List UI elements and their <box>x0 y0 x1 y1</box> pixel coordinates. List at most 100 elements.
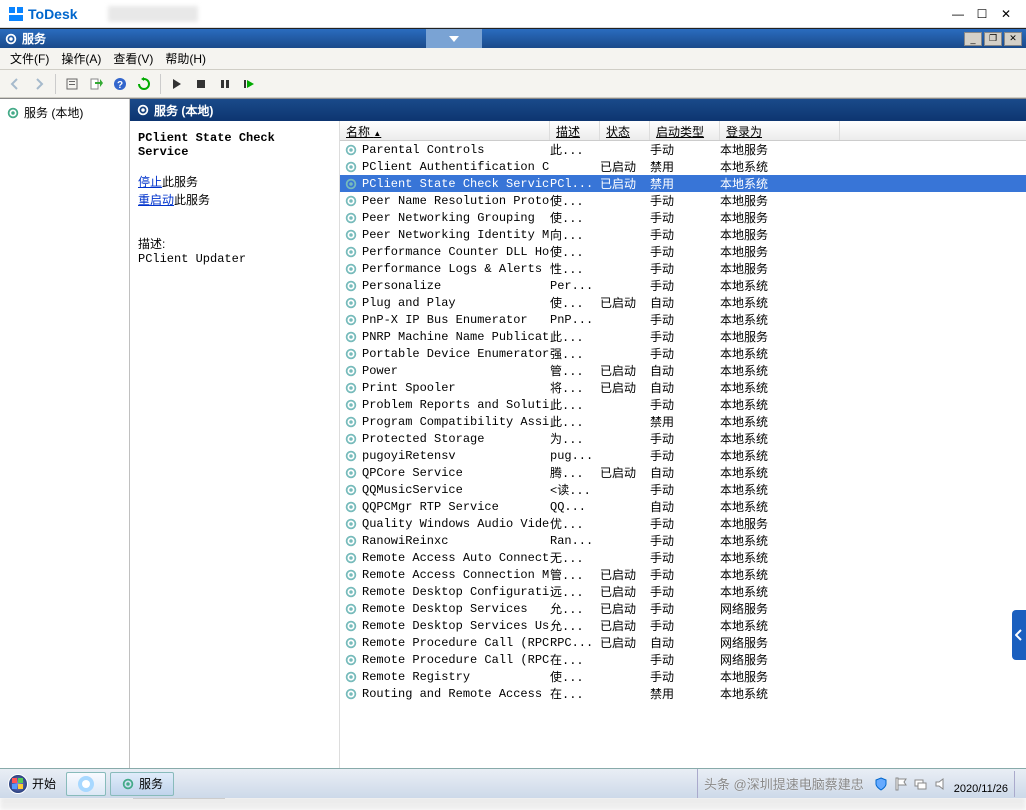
service-row[interactable]: Program Compatibility Assist...此...禁用本地系… <box>340 413 1026 430</box>
stop-button[interactable] <box>190 73 212 95</box>
mdi-close-button[interactable]: ✕ <box>1004 32 1022 46</box>
mdi-window-controls: _ ❐ ✕ <box>962 32 1022 46</box>
service-row[interactable]: Peer Networking Identity Man...向...手动本地服… <box>340 226 1026 243</box>
stop-link[interactable]: 停止 <box>138 175 162 189</box>
mdi-minimize-button[interactable]: _ <box>964 32 982 46</box>
properties-button[interactable] <box>61 73 83 95</box>
main-area: 服务 (本地) 服务 (本地) PClient State Check Serv… <box>0 98 1026 776</box>
service-row[interactable]: Quality Windows Audio Video ...优...手动本地服… <box>340 515 1026 532</box>
menu-action[interactable]: 操作(A) <box>55 48 107 69</box>
task-item-services[interactable]: 服务 <box>110 772 174 796</box>
windows-orb-icon <box>8 774 28 794</box>
selected-service-name: PClient State Check Service <box>138 131 331 159</box>
service-row[interactable]: RanowiReinxcRan...手动本地系统 <box>340 532 1026 549</box>
start-label: 开始 <box>32 775 56 792</box>
show-desktop-button[interactable] <box>1014 771 1020 797</box>
content-header: 服务 (本地) <box>130 99 1026 121</box>
tree-root-label: 服务 (本地) <box>24 104 83 121</box>
service-row[interactable]: Print Spooler将...已启动自动本地系统 <box>340 379 1026 396</box>
restart-button[interactable] <box>238 73 260 95</box>
flag-icon[interactable] <box>894 777 908 791</box>
menu-bar: 文件(F) 操作(A) 查看(V) 帮助(H) <box>0 48 1026 70</box>
service-row[interactable]: Remote Desktop Services User...允...已启动手动… <box>340 617 1026 634</box>
menu-view[interactable]: 查看(V) <box>107 48 159 69</box>
service-row[interactable]: Remote Procedure Call (RPC) ...在...手动网络服… <box>340 651 1026 668</box>
mdi-restore-button[interactable]: ❐ <box>984 32 1002 46</box>
dropdown-marker[interactable] <box>426 29 482 48</box>
service-row[interactable]: Plug and Play使...已启动自动本地系统 <box>340 294 1026 311</box>
maximize-button[interactable]: ☐ <box>970 2 994 26</box>
shield-icon[interactable] <box>874 777 888 791</box>
service-row[interactable]: Performance Counter DLL Host使...手动本地服务 <box>340 243 1026 260</box>
toolbar: ? <box>0 70 1026 98</box>
help-toolbar-button[interactable]: ? <box>109 73 131 95</box>
service-row[interactable]: PClient State Check ServicePCl...已启动禁用本地… <box>340 175 1026 192</box>
gear-icon <box>136 103 150 117</box>
col-logon[interactable]: 登录为 <box>720 121 840 140</box>
service-row[interactable]: Remote Procedure Call (RPC)RPC...已启动自动网络… <box>340 634 1026 651</box>
service-row[interactable]: Remote Desktop Services允...已启动手动网络服务 <box>340 600 1026 617</box>
svg-text:?: ? <box>117 80 123 91</box>
service-row[interactable]: Remote Registry使...手动本地服务 <box>340 668 1026 685</box>
service-row[interactable]: QQPCMgr RTP ServiceQQ...自动本地系统 <box>340 498 1026 515</box>
service-row[interactable]: PNRP Machine Name Publicatio...此...手动本地服… <box>340 328 1026 345</box>
tree-root-services[interactable]: 服务 (本地) <box>4 103 125 122</box>
col-description[interactable]: 描述 <box>550 121 600 140</box>
col-name[interactable]: 名称 ▲ <box>340 121 550 140</box>
sound-icon[interactable] <box>934 777 948 791</box>
service-row[interactable]: Power管...已启动自动本地系统 <box>340 362 1026 379</box>
pause-button[interactable] <box>214 73 236 95</box>
mmc-window-title: 服务 <box>22 30 46 47</box>
detail-pane: PClient State Check Service 停止此服务 重启动此服务… <box>130 121 340 776</box>
taskbar: 开始 服务 头条 @深圳提速电脑蔡建忠 2020/11/26 <box>0 768 1026 798</box>
service-row[interactable]: Portable Device Enumerator S...强...手动本地系… <box>340 345 1026 362</box>
service-row[interactable]: PersonalizePer...手动本地系统 <box>340 277 1026 294</box>
service-row[interactable]: Protected Storage为...手动本地系统 <box>340 430 1026 447</box>
start-button[interactable]: 开始 <box>0 769 64 798</box>
col-startup-type[interactable]: 启动类型 <box>650 121 720 140</box>
clock[interactable]: 2020/11/26 <box>954 773 1008 795</box>
service-row[interactable]: Parental Controls此...手动本地服务 <box>340 141 1026 158</box>
service-row[interactable]: Peer Name Resolution Protocol使...手动本地服务 <box>340 192 1026 209</box>
service-row[interactable]: Peer Networking Grouping使...手动本地服务 <box>340 209 1026 226</box>
service-row[interactable]: Remote Access Auto Connectio...无...手动本地系… <box>340 549 1026 566</box>
service-row[interactable]: Remote Access Connection Man...管...已启动手动… <box>340 566 1026 583</box>
description-label: 描述: <box>138 235 331 252</box>
task-item-todesk[interactable] <box>66 772 106 796</box>
todesk-logo: ToDesk <box>8 6 78 22</box>
minimize-button[interactable]: — <box>946 2 970 26</box>
service-row[interactable]: Performance Logs & Alerts性...手动本地服务 <box>340 260 1026 277</box>
export-button[interactable] <box>85 73 107 95</box>
clock-date: 2020/11/26 <box>954 783 1008 795</box>
restart-link[interactable]: 重启动 <box>138 193 174 207</box>
refresh-button[interactable] <box>133 73 155 95</box>
content-header-text: 服务 (本地) <box>154 102 213 119</box>
todesk-titlebar: ToDesk — ☐ ✕ <box>0 0 1026 28</box>
service-row[interactable]: Remote Desktop Configuration远...已启动手动本地系… <box>340 583 1026 600</box>
todesk-app-name: ToDesk <box>28 6 78 22</box>
service-row[interactable]: QQMusicService<读...手动本地系统 <box>340 481 1026 498</box>
menu-file[interactable]: 文件(F) <box>4 48 55 69</box>
service-row[interactable]: PnP-X IP Bus EnumeratorPnP...手动本地系统 <box>340 311 1026 328</box>
blurred-region <box>0 798 1026 810</box>
service-row[interactable]: Routing and Remote Access在...禁用本地系统 <box>340 685 1026 702</box>
forward-button <box>28 73 50 95</box>
gear-icon <box>4 32 18 46</box>
task-services-label: 服务 <box>139 775 163 792</box>
service-row[interactable]: Problem Reports and Solution...此...手动本地系… <box>340 396 1026 413</box>
network-icon[interactable] <box>914 777 928 791</box>
service-row[interactable]: pugoyiRetensvpug...手动本地系统 <box>340 447 1026 464</box>
close-button[interactable]: ✕ <box>994 2 1018 26</box>
play-button[interactable] <box>166 73 188 95</box>
watermark-text: 头条 @深圳提速电脑蔡建忠 <box>704 774 864 793</box>
service-row[interactable]: QPCore Service腾...已启动自动本地系统 <box>340 464 1026 481</box>
gear-icon <box>121 777 135 791</box>
service-row[interactable]: PClient Authentification Client已启动禁用本地系统 <box>340 158 1026 175</box>
menu-help[interactable]: 帮助(H) <box>159 48 212 69</box>
list-rows[interactable]: Parental Controls此...手动本地服务PClient Authe… <box>340 141 1026 776</box>
col-status[interactable]: 状态 <box>600 121 650 140</box>
gear-icon <box>6 106 20 120</box>
service-list: 名称 ▲ 描述 状态 启动类型 登录为 Parental Controls此..… <box>340 121 1026 776</box>
expand-handle[interactable] <box>1012 610 1026 660</box>
content-pane: 服务 (本地) PClient State Check Service 停止此服… <box>130 99 1026 776</box>
